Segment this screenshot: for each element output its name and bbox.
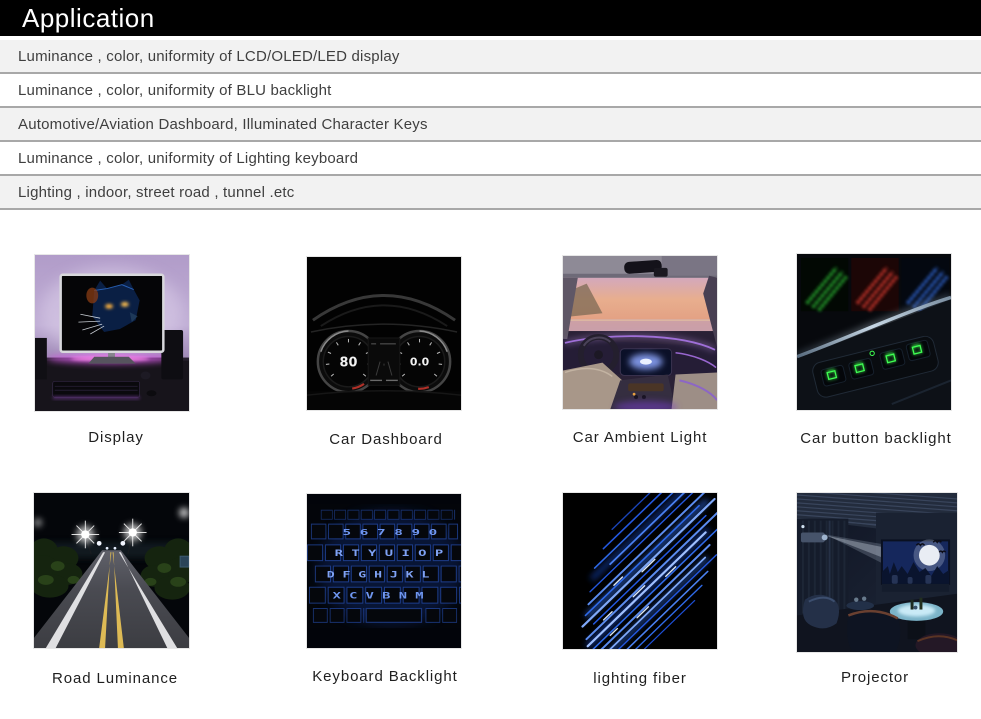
application-row: Automotive/Aviation Dashboard, Illuminat… <box>0 108 981 142</box>
car-button-backlight-image <box>796 253 952 411</box>
keyboard-home-row: D F G H J K L <box>327 569 430 579</box>
fuel-value: 0.0 <box>410 356 430 369</box>
caption-road-luminance: Road Luminance <box>52 670 178 687</box>
keyboard-bottom-row: X C V B N M <box>333 591 424 601</box>
header-bar: Application <box>0 0 981 36</box>
application-row: Lighting , indoor, street road , tunnel … <box>0 176 981 210</box>
caption-car-ambient-light: Car Ambient Light <box>573 429 708 446</box>
caption-keyboard-backlight: Keyboard Backlight <box>312 668 457 685</box>
keyboard-qwerty-row: R T Y U I O P <box>335 548 444 558</box>
application-page: Application Luminance , color, uniformit… <box>0 0 981 719</box>
road-luminance-image <box>33 492 190 649</box>
application-row: Luminance , color, uniformity of LCD/OLE… <box>0 40 981 74</box>
caption-projector: Projector <box>841 669 909 686</box>
caption-car-button-backlight: Car button backlight <box>800 430 951 447</box>
lighting-fiber-image <box>562 492 718 650</box>
caption-lighting-fiber: lighting fiber <box>593 670 686 687</box>
projector-image <box>796 492 958 653</box>
speed-value: 80 <box>340 356 358 371</box>
keyboard-number-row: 5 6 7 8 9 0 <box>343 528 438 537</box>
car-ambient-light-image <box>562 255 718 410</box>
display-image <box>34 254 190 412</box>
keyboard-backlight-image: 5 6 7 8 9 0 R T Y U I O P D F G H J K L … <box>306 493 462 649</box>
application-row: Luminance , color, uniformity of BLU bac… <box>0 74 981 108</box>
caption-display: Display <box>88 429 143 446</box>
application-row: Luminance , color, uniformity of Lightin… <box>0 142 981 176</box>
application-list: Luminance , color, uniformity of LCD/OLE… <box>0 40 981 210</box>
page-title: Application <box>0 3 155 34</box>
caption-car-dashboard: Car Dashboard <box>329 431 442 448</box>
car-dashboard-image: 80 0.0 <box>306 256 462 411</box>
